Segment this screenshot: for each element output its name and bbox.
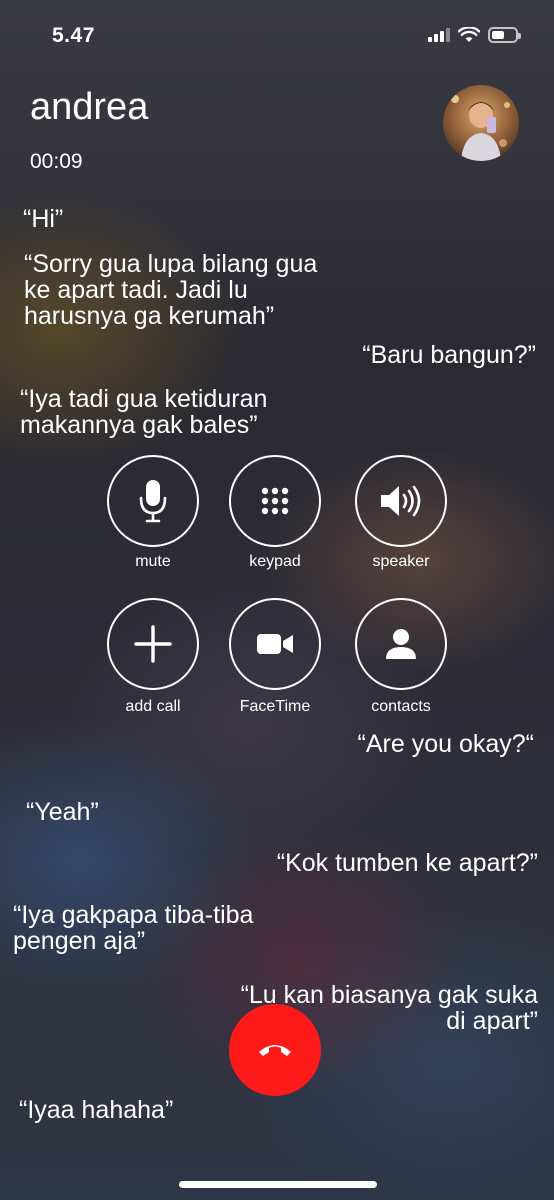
message-8: “Iya gakpapa tiba-tiba pengen aja” [13, 901, 254, 955]
plus-icon [134, 625, 172, 663]
avatar[interactable] [443, 85, 519, 161]
message-6: “Yeah” [26, 798, 99, 826]
facetime-label: FaceTime [239, 698, 311, 715]
caller-name: andrea [30, 86, 149, 128]
mute-label: mute [135, 553, 171, 570]
mute-button[interactable] [107, 455, 199, 547]
end-call-button[interactable] [229, 1004, 321, 1096]
status-icons [428, 24, 521, 46]
message-1: “Hi” [23, 205, 64, 233]
add-call-button[interactable] [107, 598, 199, 690]
message-5: “Are you okay?“ [357, 730, 534, 758]
message-10: “Iyaa hahaha” [19, 1096, 174, 1124]
message-4: “Iya tadi gua ketiduran makannya gak bal… [20, 385, 268, 439]
message-7: “Kok tumben ke apart?” [276, 849, 538, 877]
facetime-button[interactable] [229, 598, 321, 690]
speaker-label: speaker [372, 553, 430, 570]
wifi-icon [458, 27, 480, 42]
message-3: “Baru bangun?” [362, 341, 536, 369]
contacts-label: contacts [371, 698, 431, 715]
person-icon [386, 629, 416, 659]
end-call-icon [259, 1045, 291, 1056]
add-call-label: add call [125, 698, 181, 715]
keypad-icon [261, 487, 289, 515]
contacts-button[interactable] [355, 598, 447, 690]
speaker-button[interactable] [355, 455, 447, 547]
keypad-label: keypad [249, 553, 301, 570]
signal-icon [428, 28, 450, 42]
battery-icon [488, 27, 521, 43]
keypad-button[interactable] [229, 455, 321, 547]
message-2: “Sorry gua lupa bilang gua ke apart tadi… [24, 250, 318, 330]
status-time: 5.47 [52, 24, 95, 47]
home-indicator[interactable] [179, 1181, 377, 1188]
microphone-icon [139, 480, 167, 523]
video-camera-icon [257, 634, 293, 654]
speaker-icon [381, 485, 421, 517]
call-duration: 00:09 [30, 150, 83, 173]
